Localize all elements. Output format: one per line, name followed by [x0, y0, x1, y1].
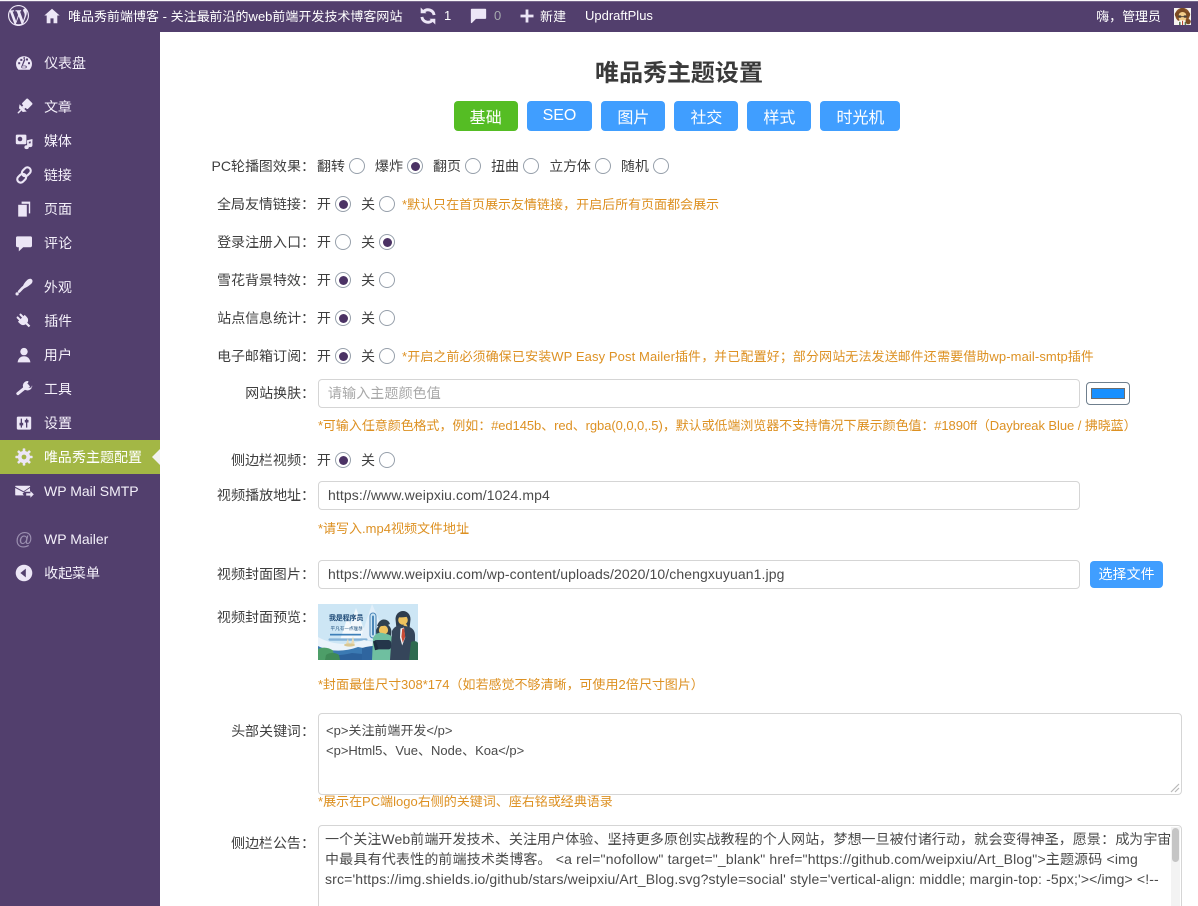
svg-text:我是程序员: 我是程序员: [329, 612, 364, 622]
svg-text:平凡有一点理想: 平凡有一点理想: [331, 625, 364, 632]
svg-text:@: @: [15, 529, 33, 549]
